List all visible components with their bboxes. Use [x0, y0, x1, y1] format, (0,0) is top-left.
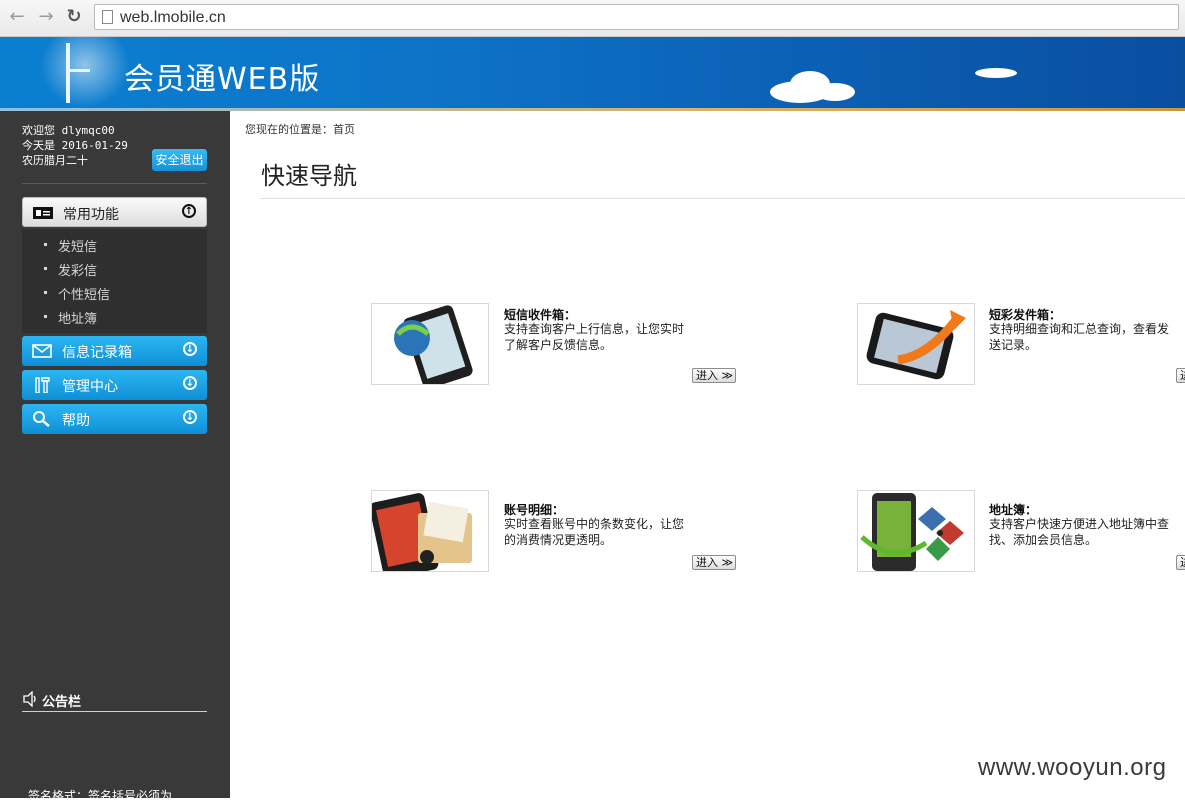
speaker-icon [23, 691, 36, 707]
reload-icon[interactable]: ↻ [64, 7, 84, 27]
collapse-icon: ↑ [182, 204, 196, 218]
tools-icon [35, 377, 50, 393]
account-detail-enter-button[interactable]: 进入 ≫ [692, 555, 736, 570]
menu-message-records[interactable]: 信息记录箱 ↓ [22, 336, 207, 366]
outbox-desc: 支持明细查询和汇总查询，查看发送记录。 [989, 322, 1170, 352]
page-icon [102, 10, 113, 24]
notice-text: 签名格式：签名括号必须为 [28, 789, 173, 803]
menu-admin-center[interactable]: 管理中心 ↓ [22, 370, 207, 400]
expand-icon: ↓ [183, 342, 197, 356]
submenu-send-mms[interactable]: 发彩信 [44, 260, 97, 279]
browser-toolbar: ← → ↻ web.lmobile.cn [0, 0, 1185, 37]
notice-board-header: 公告栏 [22, 689, 207, 712]
menu-records-label: 信息记录箱 [62, 345, 132, 361]
search-icon [33, 411, 50, 427]
address-bar[interactable]: web.lmobile.cn [94, 4, 1179, 30]
back-arrow-icon[interactable]: ← [7, 7, 27, 27]
site-title: 会员通WEB版 [124, 62, 321, 97]
outbox-enter-button[interactable]: 进入 ≫ [1176, 368, 1185, 383]
user-info: 欢迎您 dlymqc00 今天是 2016-01-29 农历腊月二十 [22, 123, 128, 168]
address-book-image[interactable] [857, 490, 975, 572]
menu-common-label: 常用功能 [63, 207, 119, 223]
menu-help[interactable]: 帮助 ↓ [22, 404, 207, 434]
menu-help-label: 帮助 [62, 413, 90, 429]
menu-admin-label: 管理中心 [62, 379, 118, 395]
url-text: web.lmobile.cn [120, 9, 226, 26]
expand-icon: ↓ [183, 410, 197, 424]
submenu-send-sms[interactable]: 发短信 [44, 236, 97, 255]
sms-inbox-enter-button[interactable]: 进入 ≫ [692, 368, 736, 383]
watermark: www.wooyun.org [978, 754, 1167, 781]
address-book-desc: 支持客户快速方便进入地址簿中查找、添加会员信息。 [989, 517, 1170, 547]
breadcrumb: 您现在的位置是：首页 [245, 123, 355, 136]
forward-arrow-icon[interactable]: → [36, 7, 56, 27]
account-detail-desc: 实时查看账号中的条数变化，让您的消费情况更透明。 [504, 517, 685, 547]
logout-button[interactable]: 安全退出 [152, 149, 207, 171]
site-banner: 会员通WEB版 [0, 37, 1185, 108]
notice-board-label: 公告栏 [42, 695, 82, 710]
sms-inbox-desc: 支持查询客户上行信息，让您实时了解客户反馈信息。 [504, 322, 685, 352]
sidebar: 欢迎您 dlymqc00 今天是 2016-01-29 农历腊月二十 安全退出 … [0, 111, 230, 803]
lunar-date-text: 农历腊月二十 [22, 154, 88, 167]
submenu-address-book[interactable]: 地址簿 [44, 308, 97, 327]
logo-mark [66, 43, 70, 103]
outbox-image[interactable] [857, 303, 975, 385]
account-detail-image[interactable] [371, 490, 489, 572]
common-submenu: 发短信 发彩信 个性短信 地址簿 [22, 229, 207, 333]
welcome-text: 欢迎您 dlymqc00 [22, 124, 115, 137]
date-text: 今天是 2016-01-29 [22, 139, 128, 152]
sms-inbox-image[interactable] [371, 303, 489, 385]
expand-icon: ↓ [183, 376, 197, 390]
page-title: 快速导航 [261, 162, 357, 190]
id-card-icon [33, 207, 53, 219]
address-book-enter-button[interactable]: 进入 ≫ [1176, 555, 1185, 570]
menu-common-functions[interactable]: 常用功能 ↑ [22, 197, 207, 227]
submenu-personal-sms[interactable]: 个性短信 [44, 284, 110, 303]
envelope-icon [32, 344, 52, 358]
